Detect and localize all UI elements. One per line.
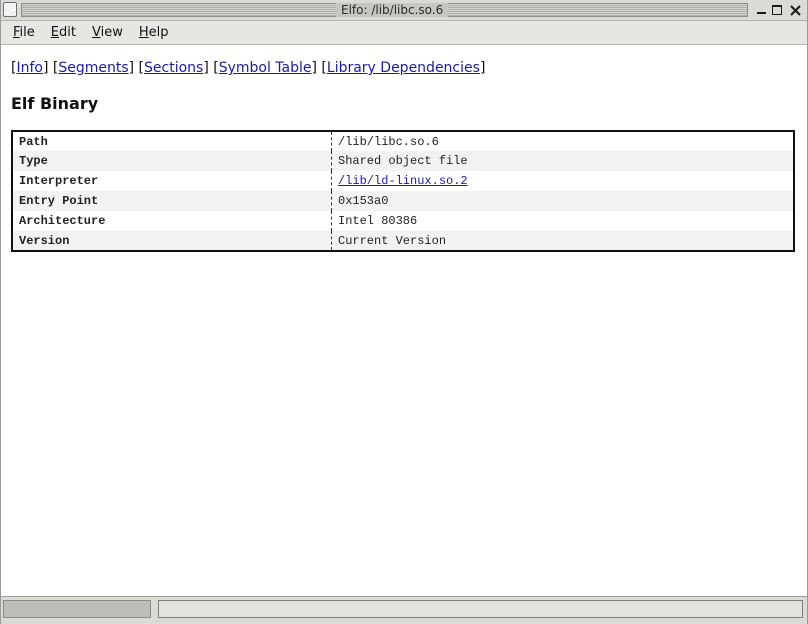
status-message-panel: [158, 600, 803, 618]
close-button[interactable]: [787, 2, 803, 18]
row-key: Type: [12, 151, 332, 171]
menu-bar: File Edit View Help: [1, 21, 807, 45]
menu-help-label: elp: [148, 25, 169, 40]
menu-edit[interactable]: Edit: [43, 23, 84, 42]
table-row: Version Current Version: [12, 231, 795, 251]
close-icon: [789, 4, 801, 16]
table-row: Architecture Intel 80386: [12, 211, 795, 231]
nav-link-segments[interactable]: Segments: [58, 60, 128, 76]
window-menu-icon[interactable]: [3, 2, 17, 17]
row-value: Shared object file: [331, 151, 795, 171]
interpreter-link[interactable]: /lib/ld-linux.so.2: [338, 174, 468, 188]
section-nav: [Info] [Segments] [Sections] [Symbol Tab…: [11, 60, 486, 76]
maximize-button[interactable]: [769, 2, 785, 18]
row-key: Interpreter: [12, 171, 332, 191]
row-key: Version: [12, 231, 332, 251]
menu-edit-accel: E: [50, 25, 59, 40]
menu-view-label: iew: [100, 25, 123, 40]
row-value: Intel 80386: [331, 211, 795, 231]
progress-panel: [3, 600, 151, 618]
row-value: Current Version: [331, 231, 795, 251]
menu-file[interactable]: File: [5, 23, 43, 42]
window-title: Elfo: /lib/libc.so.6: [336, 3, 449, 17]
row-key: Path: [12, 131, 332, 151]
table-row: Path /lib/libc.so.6: [12, 131, 795, 151]
elf-info-table: Path /lib/libc.so.6 Type Shared object f…: [11, 130, 795, 252]
minimize-button[interactable]: [753, 2, 769, 18]
menu-view-accel: V: [91, 25, 101, 40]
minimize-icon: [756, 12, 766, 14]
content-area: [Info] [Segments] [Sections] [Symbol Tab…: [1, 46, 807, 594]
row-value: /lib/libc.so.6: [331, 131, 795, 151]
nav-link-info[interactable]: Info: [16, 60, 43, 76]
page-heading: Elf Binary: [11, 94, 99, 113]
menu-edit-label: dit: [59, 25, 76, 40]
row-key: Entry Point: [12, 191, 332, 211]
app-window: Elfo: /lib/libc.so.6 File Edit View Help…: [0, 0, 808, 624]
row-value: /lib/ld-linux.so.2: [331, 171, 795, 191]
row-key: Architecture: [12, 211, 332, 231]
menu-help[interactable]: Help: [131, 23, 177, 42]
menu-file-label: ile: [19, 25, 35, 40]
nav-link-sections[interactable]: Sections: [144, 60, 203, 76]
menu-help-accel: H: [138, 25, 149, 40]
nav-link-library-dependencies[interactable]: Library Dependencies: [327, 60, 480, 76]
nav-link-symbol-table[interactable]: Symbol Table: [219, 60, 312, 76]
table-row: Interpreter /lib/ld-linux.so.2: [12, 171, 795, 191]
menu-view[interactable]: View: [84, 23, 131, 42]
table-row: Entry Point 0x153a0: [12, 191, 795, 211]
row-value: 0x153a0: [331, 191, 795, 211]
status-bar: [1, 596, 807, 624]
maximize-icon: [772, 5, 782, 15]
title-bar[interactable]: Elfo: /lib/libc.so.6: [1, 0, 807, 21]
table-row: Type Shared object file: [12, 151, 795, 171]
